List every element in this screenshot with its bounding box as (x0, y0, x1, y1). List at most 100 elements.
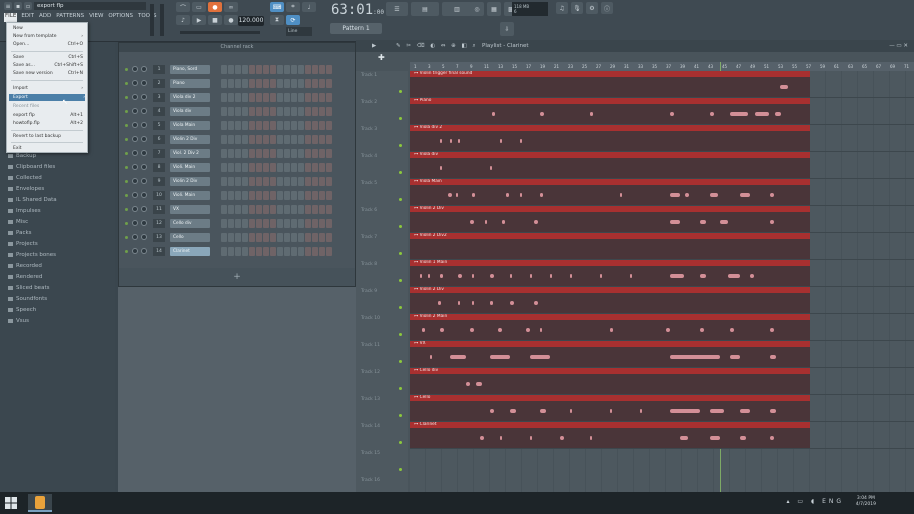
channel-name[interactable]: Piano (170, 79, 210, 88)
volume-knob[interactable] (141, 94, 147, 100)
channel-row[interactable]: 11 VX (123, 204, 351, 215)
wait-icon[interactable]: ⧗ (270, 15, 284, 25)
menu-add[interactable]: ADD (38, 13, 52, 22)
pan-knob[interactable] (132, 164, 138, 170)
menu-item-save-as[interactable]: Save as... Ctrl+Shift+S (13, 62, 83, 69)
browser-item[interactable]: Backup (8, 153, 36, 159)
audio-clip[interactable]: ⊶ Violin trigger final sound (410, 71, 810, 97)
windows-start-icon[interactable] (5, 497, 17, 509)
audio-clip[interactable]: ⊶ Cello div (410, 368, 810, 394)
mute-led[interactable] (125, 110, 128, 113)
track-lane[interactable]: ⊶ Viola div (410, 152, 914, 179)
track-mute-led[interactable] (399, 333, 402, 336)
mute-led[interactable] (125, 194, 128, 197)
browser-item[interactable]: Misc (8, 219, 28, 225)
step-sequencer[interactable] (221, 107, 332, 116)
mute-led[interactable] (125, 68, 128, 71)
pan-knob[interactable] (132, 122, 138, 128)
browser-item[interactable]: Packs (8, 230, 32, 236)
mute-led[interactable] (125, 152, 128, 155)
volume-knob[interactable] (141, 248, 147, 254)
track-lane[interactable]: ⊶ Cello (410, 395, 914, 422)
channel-number[interactable]: 2 (153, 79, 165, 88)
loop-icon[interactable]: ∞ (224, 2, 238, 12)
track-header[interactable]: Track 13 (358, 395, 406, 421)
track-lane[interactable]: ⊶ Viola Main (410, 179, 914, 206)
volume-knob[interactable] (141, 234, 147, 240)
mute-led[interactable] (125, 82, 128, 85)
channel-number[interactable]: 8 (153, 163, 165, 172)
channel-row[interactable]: 4 Viola div (123, 106, 351, 117)
track-mute-led[interactable] (399, 441, 402, 444)
audio-clip[interactable]: ⊶ Violin 2 Main (410, 314, 810, 340)
mute-led[interactable] (125, 222, 128, 225)
track-header[interactable]: Track 1 (358, 71, 406, 97)
taskbar-clock[interactable]: 3:04 PM 4/7/2019 (856, 496, 876, 508)
track-mute-led[interactable] (399, 306, 402, 309)
pan-knob[interactable] (132, 192, 138, 198)
channel-row[interactable]: 13 Cello (123, 232, 351, 243)
snap-select[interactable]: Line (286, 27, 312, 36)
browser-item[interactable]: IL Shared Data (8, 197, 57, 203)
piano-roll-icon[interactable]: ▥ (442, 2, 472, 16)
mute-led[interactable] (125, 250, 128, 253)
system-tray-icons[interactable]: ▴ ▭ ◖ ENG (787, 498, 845, 505)
volume-knob[interactable] (141, 136, 147, 142)
track-lane[interactable]: ⊶ Violin 2 Div2 (410, 233, 914, 260)
track-lane[interactable]: ⊶ Violin trigger final sound (410, 71, 914, 98)
typing-keyboard-icon[interactable]: ⌨ (270, 2, 284, 12)
pan-knob[interactable] (132, 136, 138, 142)
playlist-menu-icon[interactable]: ▶ (372, 40, 376, 52)
step-sequencer[interactable] (221, 79, 332, 88)
browser-item[interactable]: Collected (8, 175, 42, 181)
track-lane[interactable]: ⊶ Piano (410, 98, 914, 125)
step-sequencer[interactable] (221, 247, 332, 256)
audio-clip[interactable]: ⊶ Viola div (410, 152, 810, 178)
song-mode-icon[interactable]: ♪ (176, 15, 190, 25)
menu-item-revert[interactable]: Revert to last backup (13, 133, 83, 140)
master-volume-slider[interactable] (150, 4, 154, 36)
plugin-picker-icon[interactable]: ◎ (470, 2, 484, 16)
menu-item-save-new-version[interactable]: Save new version Ctrl+N (13, 70, 83, 77)
channel-row[interactable]: 10 Violi. Main (123, 190, 351, 201)
track-mute-led[interactable] (399, 279, 402, 282)
channel-name[interactable]: Piano, Sord (170, 65, 210, 74)
track-header[interactable]: Track 7 (358, 233, 406, 259)
position-slider[interactable] (180, 31, 260, 34)
stop-icon[interactable]: ■ (208, 15, 222, 25)
save-icon[interactable]: ▪ (14, 2, 22, 10)
menu-item-exit[interactable]: Exit (13, 145, 83, 152)
pan-knob[interactable] (132, 248, 138, 254)
track-header[interactable]: Track 5 (358, 179, 406, 205)
pan-knob[interactable] (132, 94, 138, 100)
channel-row[interactable]: 8 Violi. Main (123, 162, 351, 173)
track-mute-led[interactable] (399, 171, 402, 174)
track-header[interactable]: Track 2 (358, 98, 406, 124)
info-icon[interactable]: ⓘ (601, 2, 613, 14)
track-header[interactable]: Track 10 (358, 314, 406, 340)
menu-file[interactable]: FILE (4, 13, 18, 22)
step-edit-icon[interactable]: ⌗ (286, 2, 300, 12)
track-mute-led[interactable] (399, 117, 402, 120)
step-sequencer[interactable] (221, 93, 332, 102)
menu-tools[interactable]: TOOLS (137, 13, 158, 22)
channel-row[interactable]: 3 Viola div 2 (123, 92, 351, 103)
menu-item-new[interactable]: New (13, 25, 83, 32)
mute-led[interactable] (125, 180, 128, 183)
metronome-icon[interactable]: ♩ (302, 2, 316, 12)
menu-item-export[interactable]: Export › (9, 94, 85, 101)
add-channel-button[interactable]: + (119, 268, 355, 286)
pan-knob[interactable] (132, 178, 138, 184)
channel-row[interactable]: 1 Piano, Sord (123, 64, 351, 75)
menu-item-recent-2[interactable]: howtoflp.flp Alt+2 (13, 120, 83, 127)
pat-icon[interactable]: ▭ (192, 2, 206, 12)
track-mute-led[interactable] (399, 414, 402, 417)
mixer-icon[interactable]: ☰ (386, 2, 408, 16)
channel-rack-title[interactable]: Channel rack (119, 43, 355, 52)
channel-row[interactable]: 12 Cello div (123, 218, 351, 229)
playlist-icon[interactable]: ▤ (411, 2, 439, 16)
blend-icon[interactable]: ⟳ (286, 15, 300, 25)
menu-patterns[interactable]: PATTERNS (55, 13, 85, 22)
channel-number[interactable]: 4 (153, 107, 165, 116)
menu-edit[interactable]: EDIT (20, 13, 35, 22)
